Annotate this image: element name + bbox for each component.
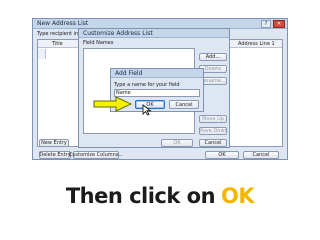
move-down-button[interactable]: Move Down xyxy=(198,127,228,135)
customize-titlebar: Customize Address List xyxy=(79,29,229,38)
add-field-prompt: Type a name for your field xyxy=(114,82,180,88)
column-title-header[interactable]: Title xyxy=(52,40,63,48)
instruction-text: Type recipient info xyxy=(37,31,83,37)
add-field-button[interactable]: Add... xyxy=(199,53,227,61)
customize-columns-button[interactable]: Customize Columns... xyxy=(69,151,123,159)
mouse-cursor-icon xyxy=(142,104,152,116)
customize-title: Customize Address List xyxy=(83,30,153,37)
caption-highlight: OK xyxy=(221,184,255,208)
add-field-title: Add Field xyxy=(115,70,143,77)
back-cancel-button[interactable]: Cancel xyxy=(243,151,279,159)
add-field-titlebar: Add Field xyxy=(111,69,203,78)
close-button[interactable]: ✕ xyxy=(273,20,285,28)
add-field-cancel-button[interactable]: Cancel xyxy=(169,100,199,109)
row-selector[interactable] xyxy=(38,49,46,59)
customize-ok-button[interactable]: OK xyxy=(161,139,193,147)
caption-text: Then click on xyxy=(65,184,216,208)
new-address-list-title: New Address List xyxy=(37,20,89,27)
arrow-pointer-icon xyxy=(93,96,133,112)
customize-cancel-button[interactable]: Cancel xyxy=(199,139,227,147)
new-entry-button[interactable]: New Entry xyxy=(39,139,69,147)
close-icon: ✕ xyxy=(276,21,282,27)
field-names-label: Field Names xyxy=(83,40,114,46)
delete-entry-button[interactable]: Delete Entry xyxy=(39,151,71,159)
help-button[interactable]: ? xyxy=(261,20,271,28)
back-ok-button[interactable]: OK xyxy=(205,151,239,159)
caption: Then click on OK xyxy=(0,178,320,214)
move-up-button[interactable]: Move Up xyxy=(199,115,227,123)
column-address-header[interactable]: Address Line 1 xyxy=(238,40,275,48)
